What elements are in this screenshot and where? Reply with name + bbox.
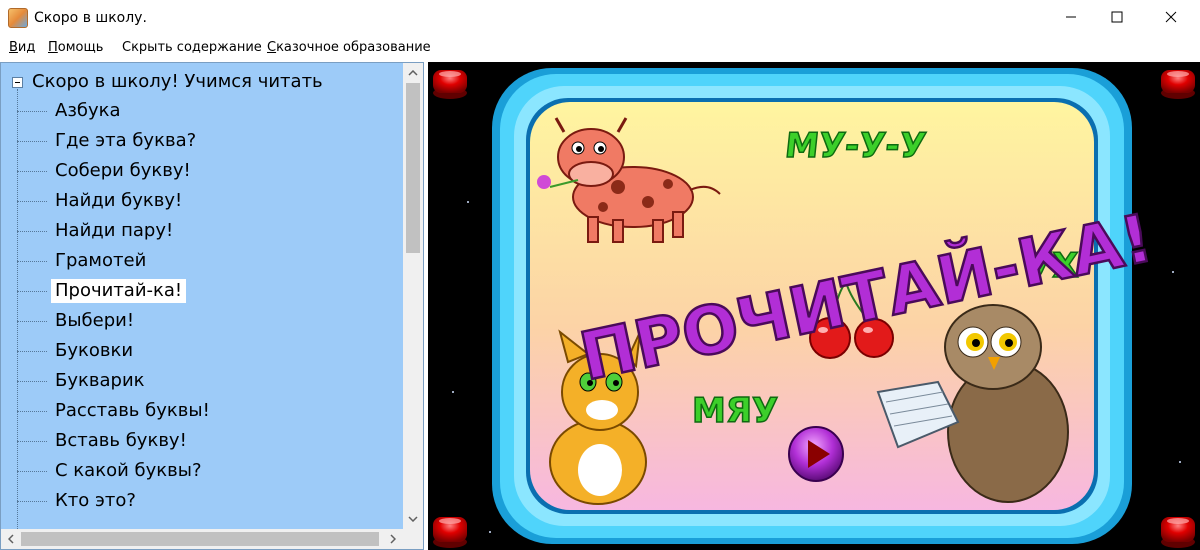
tree-item[interactable]: Прочитай-ка!	[17, 277, 397, 305]
menu-bar: Вид Помощь Скрыть содержание Сказочное о…	[0, 38, 1200, 60]
tree-item-label: Найди пару!	[55, 220, 174, 241]
title-bar: Скоро в школу.	[0, 0, 1200, 38]
menu-help[interactable]: Помощь	[48, 40, 103, 55]
contents-tree: Скоро в школу! Учимся читать Азбука Где э…	[1, 63, 403, 549]
scene-canvas: МУ-У-У УХ МЯУ ПРОЧИТАЙ-КА!	[433, 68, 1195, 548]
cat-sound-label: МЯУ	[692, 391, 778, 431]
scroll-corner	[403, 529, 423, 549]
game-content: МУ-У-У УХ МЯУ ПРОЧИТАЙ-КА!	[428, 62, 1200, 550]
tree-item[interactable]: Расставь буквы!	[17, 397, 397, 425]
minimize-button[interactable]	[1048, 0, 1094, 34]
tree-item[interactable]: Собери букву!	[17, 157, 397, 185]
red-button-top-left[interactable]	[433, 70, 467, 99]
tree-connector-line	[17, 141, 47, 142]
tree-item-label: Букварик	[55, 370, 145, 391]
scroll-right-icon[interactable]	[383, 529, 403, 549]
vertical-scrollbar[interactable]	[403, 63, 423, 529]
tree-connector-line	[17, 201, 47, 202]
scroll-up-icon[interactable]	[403, 63, 423, 83]
scroll-down-icon[interactable]	[403, 509, 423, 529]
tree-item-label: Прочитай-ка!	[51, 279, 187, 303]
tree-connector-line	[17, 381, 47, 382]
tree-item[interactable]: Кто это?	[17, 487, 397, 515]
tree-item-label: Буковки	[55, 340, 134, 361]
tree-item[interactable]: С какой буквы?	[17, 457, 397, 485]
cow-sound-label: МУ-У-У	[783, 126, 928, 166]
tree-item[interactable]: Найди пару!	[17, 217, 397, 245]
tree-item[interactable]: Вставь букву!	[17, 427, 397, 455]
horizontal-scroll-thumb[interactable]	[21, 532, 379, 546]
tree-connector-line	[17, 231, 47, 232]
play-button[interactable]	[788, 426, 844, 482]
tree-item-label: С какой буквы?	[55, 460, 202, 481]
tree-item-label: Азбука	[55, 100, 121, 121]
minimize-icon	[1066, 16, 1076, 18]
tree-connector-line	[17, 441, 47, 442]
tree-item[interactable]: Выбери!	[17, 307, 397, 335]
tree-item-label: Вставь букву!	[55, 430, 187, 451]
app-icon	[8, 8, 28, 28]
red-button-bottom-right[interactable]	[1161, 517, 1195, 548]
tree-item-label: Выбери!	[55, 310, 135, 331]
menu-help-rest: омощь	[57, 40, 104, 55]
tree-connector-line	[17, 471, 47, 472]
tree-item-label: Расставь буквы!	[55, 400, 210, 421]
tree-item-label: Кто это?	[55, 490, 136, 511]
horizontal-scrollbar[interactable]	[1, 529, 403, 549]
menu-fairy-education-rest: казочное образование	[276, 40, 431, 55]
tree-item[interactable]: Азбука	[17, 97, 397, 125]
collapse-icon[interactable]	[12, 77, 23, 88]
tree-connector-line	[17, 351, 47, 352]
tree-item-label: Собери букву!	[55, 160, 191, 181]
tree-connector-line	[17, 291, 47, 292]
tree-item[interactable]: Найди букву!	[17, 187, 397, 215]
menu-hide-contents[interactable]: Скрыть содержание	[122, 40, 262, 55]
tree-connector-line	[17, 321, 47, 322]
menu-help-accel: П	[48, 40, 58, 55]
close-icon	[1165, 11, 1177, 23]
tree-item[interactable]: Грамотей	[17, 247, 397, 275]
menu-view[interactable]: Вид	[9, 40, 35, 55]
tree-item[interactable]: Букварик	[17, 367, 397, 395]
tree-item-label: Найди букву!	[55, 190, 183, 211]
maximize-icon	[1111, 11, 1123, 23]
red-button-top-right[interactable]	[1161, 70, 1195, 99]
tree-connector-line	[17, 501, 47, 502]
red-button-bottom-left[interactable]	[433, 517, 467, 548]
menu-fairy-education[interactable]: Сказочное образование	[267, 40, 431, 55]
tree-connector-line	[17, 111, 47, 112]
tree-item-label: Грамотей	[55, 250, 147, 271]
menu-view-rest: ид	[17, 40, 36, 55]
menu-view-accel: В	[9, 40, 18, 55]
window-title: Скоро в школу.	[34, 10, 147, 26]
menu-hide-contents-label: Скрыть содержание	[122, 40, 262, 55]
close-button[interactable]	[1148, 0, 1194, 34]
tree-item-label: Где эта буква?	[55, 130, 197, 151]
vertical-scroll-thumb[interactable]	[406, 83, 420, 253]
scroll-left-icon[interactable]	[1, 529, 21, 549]
contents-sidebar: Скоро в школу! Учимся читать Азбука Где э…	[0, 62, 424, 550]
tree-item[interactable]: Буковки	[17, 337, 397, 365]
tree-root-label[interactable]: Скоро в школу! Учимся читать	[32, 71, 323, 92]
menu-fairy-education-accel: С	[267, 40, 277, 55]
maximize-button[interactable]	[1094, 0, 1140, 34]
tree-item[interactable]: Где эта буква?	[17, 127, 397, 155]
tree-connector-line	[17, 411, 47, 412]
tree-connector-line	[17, 261, 47, 262]
tree-connector-line	[17, 171, 47, 172]
